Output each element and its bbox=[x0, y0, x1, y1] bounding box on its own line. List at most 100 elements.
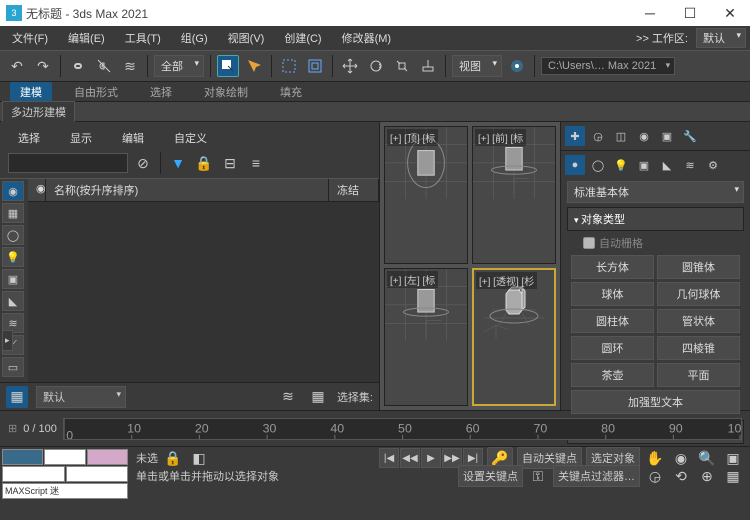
display-tab-icon[interactable]: ▣ bbox=[657, 126, 677, 146]
goto-start-button[interactable]: |◀ bbox=[379, 448, 399, 468]
time-slider[interactable]: 0 10 20 30 40 50 60 70 80 90 100 bbox=[63, 418, 742, 440]
viewport-perspective-label[interactable]: [+] [透视] [杉 bbox=[476, 272, 537, 289]
se-tab-display[interactable]: 显示 bbox=[60, 128, 102, 148]
left-edge-tab[interactable]: ▸ bbox=[2, 330, 13, 351]
maxscript-listener[interactable]: MAXScript 迷 bbox=[2, 483, 128, 499]
view-options-icon[interactable]: ≡ bbox=[245, 152, 267, 174]
nav-walk-icon[interactable]: ▦ bbox=[722, 465, 744, 487]
placement-button[interactable] bbox=[417, 55, 439, 77]
btn-textplus[interactable]: 加强型文本 bbox=[571, 390, 740, 414]
move-button[interactable] bbox=[339, 55, 361, 77]
select-object-button[interactable] bbox=[217, 55, 239, 77]
bind-spacewarp-button[interactable]: ≋ bbox=[119, 55, 141, 77]
ribbon-tab-objpaint[interactable]: 对象绘制 bbox=[194, 82, 258, 102]
hierarchy-tab-icon[interactable]: ◫ bbox=[611, 126, 631, 146]
btn-torus[interactable]: 圆环 bbox=[571, 336, 654, 360]
cameras-icon[interactable]: ▣ bbox=[634, 155, 654, 175]
lock-icon[interactable]: 🔒 bbox=[193, 152, 215, 174]
ribbon-tab-modeling[interactable]: 建模 bbox=[10, 82, 52, 102]
btn-pyramid[interactable]: 四棱锥 bbox=[657, 336, 740, 360]
se-tab-edit[interactable]: 编辑 bbox=[112, 128, 154, 148]
time-config-icon[interactable]: ⊞ bbox=[8, 422, 17, 435]
filter-geometry-icon[interactable]: ▦ bbox=[2, 203, 24, 223]
systems-icon[interactable]: ⚙ bbox=[703, 155, 723, 175]
track-a[interactable] bbox=[2, 449, 43, 465]
nav-orbit-icon[interactable]: ⟲ bbox=[670, 465, 692, 487]
minimize-button[interactable]: ─ bbox=[630, 0, 670, 26]
setkey-button[interactable]: 设置关键点 bbox=[458, 465, 523, 487]
scene-search-input[interactable] bbox=[8, 153, 128, 173]
viewport-front[interactable]: [+] [前] [标 bbox=[472, 126, 556, 264]
create-category-dropdown[interactable]: 标准基本体 bbox=[567, 181, 744, 203]
nav-fov-icon[interactable]: ◶ bbox=[644, 465, 666, 487]
rollout-objecttype[interactable]: 对象类型 bbox=[567, 207, 744, 231]
workspace-selector[interactable]: 默认 bbox=[696, 28, 746, 48]
scale-button[interactable] bbox=[391, 55, 413, 77]
nav-dolly-icon[interactable]: ⊕ bbox=[696, 465, 718, 487]
search-clear-button[interactable]: ⊘ bbox=[132, 152, 154, 174]
viewport-left[interactable]: [+] [左] [标 bbox=[384, 268, 468, 406]
default-layer-selector[interactable]: 默认 bbox=[36, 386, 126, 408]
menu-create[interactable]: 创建(C) bbox=[276, 28, 329, 48]
btn-cylinder[interactable]: 圆柱体 bbox=[571, 309, 654, 333]
track-b[interactable] bbox=[44, 449, 85, 465]
unlink-button[interactable] bbox=[93, 55, 115, 77]
lights-icon[interactable]: 💡 bbox=[611, 155, 631, 175]
ref-coord-system[interactable]: 视图 bbox=[452, 55, 502, 77]
ribbon-tab-selection[interactable]: 选择 bbox=[140, 82, 182, 102]
btn-box[interactable]: 长方体 bbox=[571, 255, 654, 279]
rotate-button[interactable] bbox=[365, 55, 387, 77]
viewport-front-label[interactable]: [+] [前] [标 bbox=[475, 129, 526, 146]
layers-icon[interactable]: ≋ bbox=[277, 386, 299, 408]
layer-explorer-icon[interactable]: ▦ bbox=[6, 386, 28, 408]
shapes-icon[interactable]: ◯ bbox=[588, 155, 608, 175]
motion-tab-icon[interactable]: ◉ bbox=[634, 126, 654, 146]
project-path[interactable]: C:\Users\… Max 2021 bbox=[541, 57, 675, 75]
modify-tab-icon[interactable]: ◶ bbox=[588, 126, 608, 146]
track-e[interactable] bbox=[66, 466, 129, 482]
menu-edit[interactable]: 编辑(E) bbox=[60, 28, 113, 48]
ribbon-tab-populate[interactable]: 填充 bbox=[270, 82, 312, 102]
selection-filter[interactable]: 全部 bbox=[154, 55, 204, 77]
btn-cone[interactable]: 圆锥体 bbox=[657, 255, 740, 279]
menu-tools[interactable]: 工具(T) bbox=[117, 28, 169, 48]
link-button[interactable] bbox=[67, 55, 89, 77]
ribbon-sub-polymodel[interactable]: 多边形建模 bbox=[2, 101, 75, 123]
filter-cameras-icon[interactable]: ▣ bbox=[2, 269, 24, 289]
spacewarps-icon[interactable]: ≋ bbox=[680, 155, 700, 175]
play-button[interactable]: ▶ bbox=[421, 448, 441, 468]
autogrid-checkbox[interactable] bbox=[583, 237, 595, 249]
scene-list[interactable]: ◉ 名称(按升序排序) 冻结 bbox=[28, 179, 379, 382]
track-c[interactable] bbox=[87, 449, 128, 465]
filter-groups-icon[interactable]: ▭ bbox=[2, 357, 24, 377]
menu-group[interactable]: 组(G) bbox=[173, 28, 216, 48]
sets-icon[interactable]: ▦ bbox=[307, 386, 329, 408]
track-d[interactable] bbox=[2, 466, 65, 482]
maximize-button[interactable]: ☐ bbox=[670, 0, 710, 26]
btn-teapot[interactable]: 茶壶 bbox=[571, 363, 654, 387]
undo-button[interactable]: ↶ bbox=[6, 55, 28, 77]
menu-modifiers[interactable]: 修改器(M) bbox=[334, 28, 400, 48]
helpers-icon[interactable]: ◣ bbox=[657, 155, 677, 175]
key-mode-icon[interactable]: ⚿ bbox=[527, 465, 549, 487]
col-name[interactable]: 名称(按升序排序) bbox=[46, 179, 329, 201]
close-button[interactable]: ✕ bbox=[710, 0, 750, 26]
filter-helpers-icon[interactable]: ◣ bbox=[2, 291, 24, 311]
viewport-left-label[interactable]: [+] [左] [标 bbox=[387, 271, 438, 288]
isolate-icon[interactable]: ◧ bbox=[188, 447, 210, 469]
viewport-perspective[interactable]: [+] [透视] [杉 bbox=[472, 268, 556, 406]
filter-all-icon[interactable]: ◉ bbox=[2, 181, 24, 201]
ribbon-tab-freeform[interactable]: 自由形式 bbox=[64, 82, 128, 102]
pivot-center-button[interactable] bbox=[506, 55, 528, 77]
filter-shapes-icon[interactable]: ◯ bbox=[2, 225, 24, 245]
col-icon[interactable]: ◉ bbox=[28, 179, 46, 201]
rect-region-button[interactable] bbox=[278, 55, 300, 77]
se-tab-custom[interactable]: 自定义 bbox=[164, 128, 217, 148]
select-by-name-button[interactable] bbox=[243, 55, 265, 77]
btn-tube[interactable]: 管状体 bbox=[657, 309, 740, 333]
btn-geosphere[interactable]: 几何球体 bbox=[657, 282, 740, 306]
window-crossing-button[interactable] bbox=[304, 55, 326, 77]
viewport-top-label[interactable]: [+] [顶] [标 bbox=[387, 129, 438, 146]
create-tab-icon[interactable]: ✚ bbox=[565, 126, 585, 146]
viewport-top[interactable]: [+] [顶] [标 bbox=[384, 126, 468, 264]
